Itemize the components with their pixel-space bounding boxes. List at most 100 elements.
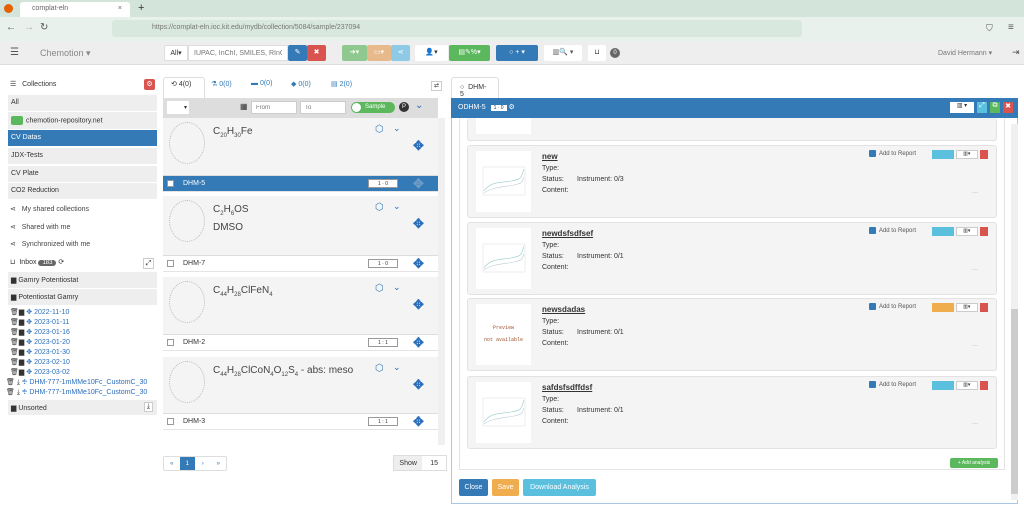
add-to-report-checkbox[interactable]: Add to Report <box>868 227 916 234</box>
assign-button[interactable]: ▭▾ <box>367 45 391 61</box>
expand-inbox-button[interactable]: ⤢ <box>143 258 154 269</box>
sidebar-collection[interactable]: CO2 Reduction <box>8 183 157 200</box>
sidebar-collection[interactable]: CV Datas <box>8 130 157 147</box>
add-to-report-checkbox[interactable]: Add to Report <box>868 150 916 157</box>
analysis-name[interactable]: newsdadas <box>542 305 585 314</box>
close-tab-icon[interactable]: × <box>118 5 122 12</box>
logout-icon[interactable]: ⇥ <box>1012 47 1020 58</box>
fullscreen-button[interactable]: ⤢ <box>977 102 987 113</box>
sidebar-link[interactable]: ⋖ My shared collections <box>10 205 89 213</box>
drag-handle-icon[interactable]: ✥ <box>413 138 424 154</box>
inbox-subfolder[interactable]: 🗑▆ ✥ 2023-01-16 <box>10 328 70 336</box>
analysis-thumbnail[interactable]: Preview not available <box>476 304 531 365</box>
collapse-all-icon[interactable]: ⌄ <box>415 100 423 111</box>
spectra-editor-button[interactable] <box>931 381 954 390</box>
copy-button[interactable]: ⧉ <box>990 102 1000 113</box>
spectra-editor-button[interactable] <box>931 150 954 159</box>
first-page-button[interactable]: « <box>164 457 180 470</box>
gear-icon[interactable]: ⚙ <box>509 104 515 111</box>
analysis-name[interactable]: safdsfsdffdsf <box>542 383 592 392</box>
move-icon[interactable]: ✥ <box>26 329 32 336</box>
detail-scrollbar[interactable] <box>1011 124 1018 500</box>
drag-handle-icon[interactable]: ✥ <box>413 414 424 430</box>
search-input[interactable] <box>188 45 288 61</box>
forward-icon[interactable]: → <box>24 22 34 33</box>
create-button[interactable]: ○ + ▾ <box>496 45 538 61</box>
benzene-icon[interactable]: ⬡ <box>375 124 384 135</box>
sidebar-collection[interactable]: CV Plate <box>8 166 157 183</box>
print-barcode-button[interactable]: ▥ ▾ <box>950 102 974 113</box>
back-icon[interactable]: ← <box>6 22 16 33</box>
sample-toggle[interactable]: Sample <box>351 102 395 113</box>
add-to-report-checkbox[interactable]: Add to Report <box>868 381 916 388</box>
chevron-down-icon[interactable]: ⌄ <box>393 123 401 134</box>
current-page-button[interactable]: 1 <box>179 457 195 470</box>
scan-search-button[interactable]: ▥🔍 ▾ <box>544 45 582 61</box>
sidebar-collection[interactable]: All <box>8 95 157 112</box>
inbox-header[interactable]: ⊔ Inbox 183 ⟳ <box>10 258 64 266</box>
spectra-editor-button[interactable] <box>931 227 954 236</box>
browser-tab[interactable]: complat-eln × <box>20 2 130 17</box>
benzene-icon[interactable]: ⬡ <box>375 202 384 213</box>
sidebar-collection[interactable]: chemotion-repository.net <box>8 112 157 130</box>
save-button[interactable]: Save <box>492 479 519 496</box>
analysis-thumbnail[interactable] <box>476 228 531 289</box>
sample-structure-row[interactable]: C20H30Fe ⬡ ⌄ ✥ <box>163 118 438 176</box>
close-detail-button[interactable]: ✖ <box>1003 102 1013 113</box>
tab-wellplate[interactable]: ▬ 0(0) <box>251 80 272 87</box>
trash-icon[interactable]: 🗑 <box>6 389 15 396</box>
trash-icon[interactable]: 🗑 <box>10 349 19 356</box>
product-filter-button[interactable]: P <box>399 102 409 112</box>
move-icon[interactable]: ✥ <box>22 379 28 386</box>
analysis-name[interactable]: new <box>542 152 558 161</box>
download-analysis-button[interactable]: Download Analysis <box>523 479 596 496</box>
analysis-thumbnail[interactable] <box>476 151 531 212</box>
sample-row[interactable]: DHM-3 1 : 1 ✥ <box>163 414 438 430</box>
chevron-down-icon[interactable]: ⌄ <box>393 362 401 373</box>
more-dots[interactable]: ... <box>972 341 978 348</box>
brand-menu[interactable]: Chemotion ▾ <box>40 48 91 59</box>
tab-sample[interactable]: ⟲ 4(0) <box>171 80 191 88</box>
drag-handle-icon[interactable]: ✥ <box>413 216 424 232</box>
list-scrollbar[interactable] <box>438 118 445 445</box>
chevron-down-icon[interactable]: ⌄ <box>393 282 401 293</box>
inbox-subfolder[interactable]: 🗑▆ ✥ 2023-01-20 <box>10 338 70 346</box>
download-icon[interactable]: ⤓ <box>17 379 20 386</box>
menu-icon[interactable]: ≡ <box>1008 22 1014 33</box>
more-dots[interactable]: ... <box>972 419 978 426</box>
inbox-subfolder[interactable]: 🗑▆ ✥ 2023-02-10 <box>10 358 70 366</box>
more-dots[interactable]: ... <box>972 188 978 195</box>
trash-icon[interactable]: 🗑 <box>10 329 19 336</box>
trash-icon[interactable]: 🗑 <box>10 339 19 346</box>
user-menu[interactable]: David Hermann ▾ <box>938 49 992 57</box>
move-icon[interactable]: ✥ <box>26 369 32 376</box>
select-all-dropdown[interactable]: ▾ <box>167 101 189 114</box>
move-icon[interactable]: ✥ <box>26 309 32 316</box>
barcode-button[interactable]: ▥▾ <box>955 303 978 312</box>
checkbox[interactable] <box>167 339 174 346</box>
checkbox[interactable] <box>167 180 174 187</box>
inbox-subfolder[interactable]: 🗑▆ ✥ 2023-01-11 <box>10 318 69 326</box>
reload-icon[interactable]: ↻ <box>40 22 48 33</box>
filter-settings-button[interactable]: ⇄ <box>431 81 442 91</box>
sample-row[interactable]: DHM-7 1 · 0 ✥ <box>163 256 438 272</box>
inbox-subfolder[interactable]: 🗑▆ ✥ 2023-03-02 <box>10 368 70 376</box>
extensions-icon[interactable]: ⛉ <box>986 23 993 34</box>
delete-analysis-button[interactable] <box>980 303 988 312</box>
chevron-down-icon[interactable]: ⌄ <box>393 201 401 212</box>
hamburger-icon[interactable]: ☰ <box>10 47 19 58</box>
trash-icon[interactable]: 🗑 <box>6 379 15 386</box>
move-icon[interactable]: ✥ <box>26 359 32 366</box>
inbox-subfolder[interactable]: 🗑▆ ✥ 2023-01-30 <box>10 348 70 356</box>
report-button[interactable]: ▤✎%▾ <box>449 45 490 61</box>
from-date-input[interactable] <box>251 101 297 114</box>
analysis-thumbnail[interactable] <box>476 382 531 443</box>
trash-icon[interactable]: 🗑 <box>10 369 19 376</box>
sidebar-link[interactable]: ⋖ Shared with me <box>10 223 70 231</box>
spectra-editor-button[interactable] <box>931 303 954 312</box>
new-tab-icon[interactable]: + <box>138 2 144 14</box>
move-icon[interactable]: ✥ <box>22 389 28 396</box>
sample-structure-row[interactable]: C44H28ClFeN4 ⬡ ⌄ ✥ <box>163 277 438 335</box>
barcode-button[interactable]: ▥▾ <box>955 381 978 390</box>
more-dots[interactable]: ... <box>972 265 978 272</box>
